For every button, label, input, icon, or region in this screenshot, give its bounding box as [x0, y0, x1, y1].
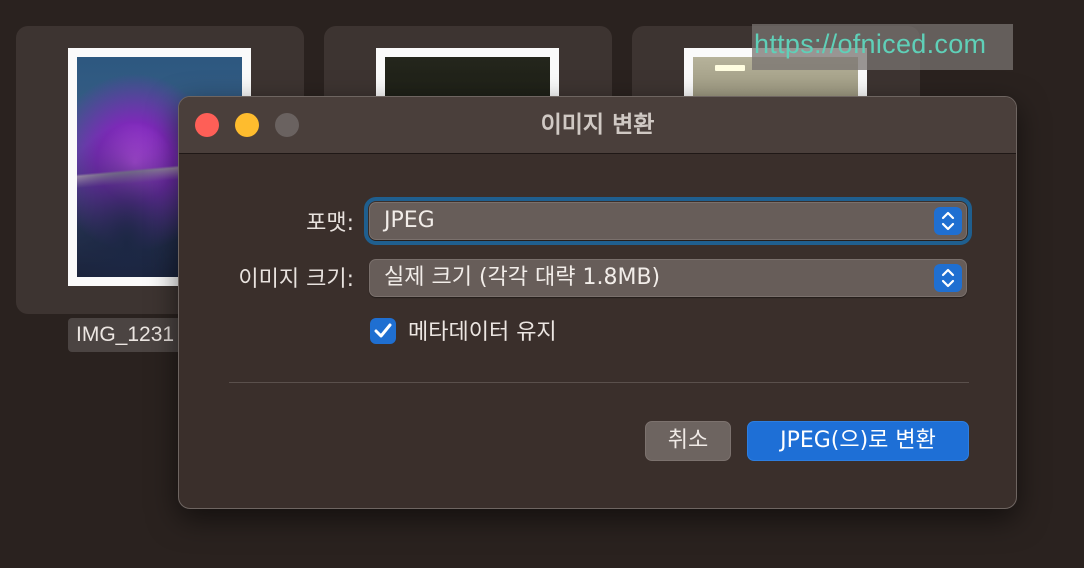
image-size-label: 이미지 크기:	[238, 267, 354, 292]
format-popup[interactable]: JPEG	[364, 197, 972, 245]
format-label: 포맷:	[306, 211, 354, 236]
divider	[229, 382, 969, 383]
format-value: JPEG	[384, 208, 435, 233]
convert-button[interactable]: JPEG(으)로 변환	[747, 421, 969, 461]
image-size-popup[interactable]: 실제 크기 (각각 대략 1.8MB)	[369, 259, 967, 297]
keep-metadata-checkbox[interactable]	[370, 318, 396, 344]
keep-metadata-label[interactable]: 메타데이터 유지	[408, 314, 557, 346]
file-name-label[interactable]: IMG_1231	[68, 318, 188, 352]
cancel-button[interactable]: 취소	[645, 421, 731, 461]
dialog-title: 이미지 변환	[540, 112, 655, 138]
chevron-up-down-icon	[934, 264, 962, 292]
chevron-up-down-icon	[934, 207, 962, 235]
title-bar: 이미지 변환	[179, 97, 1016, 154]
image-size-value: 실제 크기 (각각 대략 1.8MB)	[384, 265, 661, 290]
convert-image-dialog: 이미지 변환 포맷: JPEG 이미지 크기: 실제 크기 (각각 대략 1.8…	[178, 96, 1017, 509]
checkmark-icon	[374, 323, 392, 338]
watermark: https://ofniced.com	[752, 24, 1013, 70]
